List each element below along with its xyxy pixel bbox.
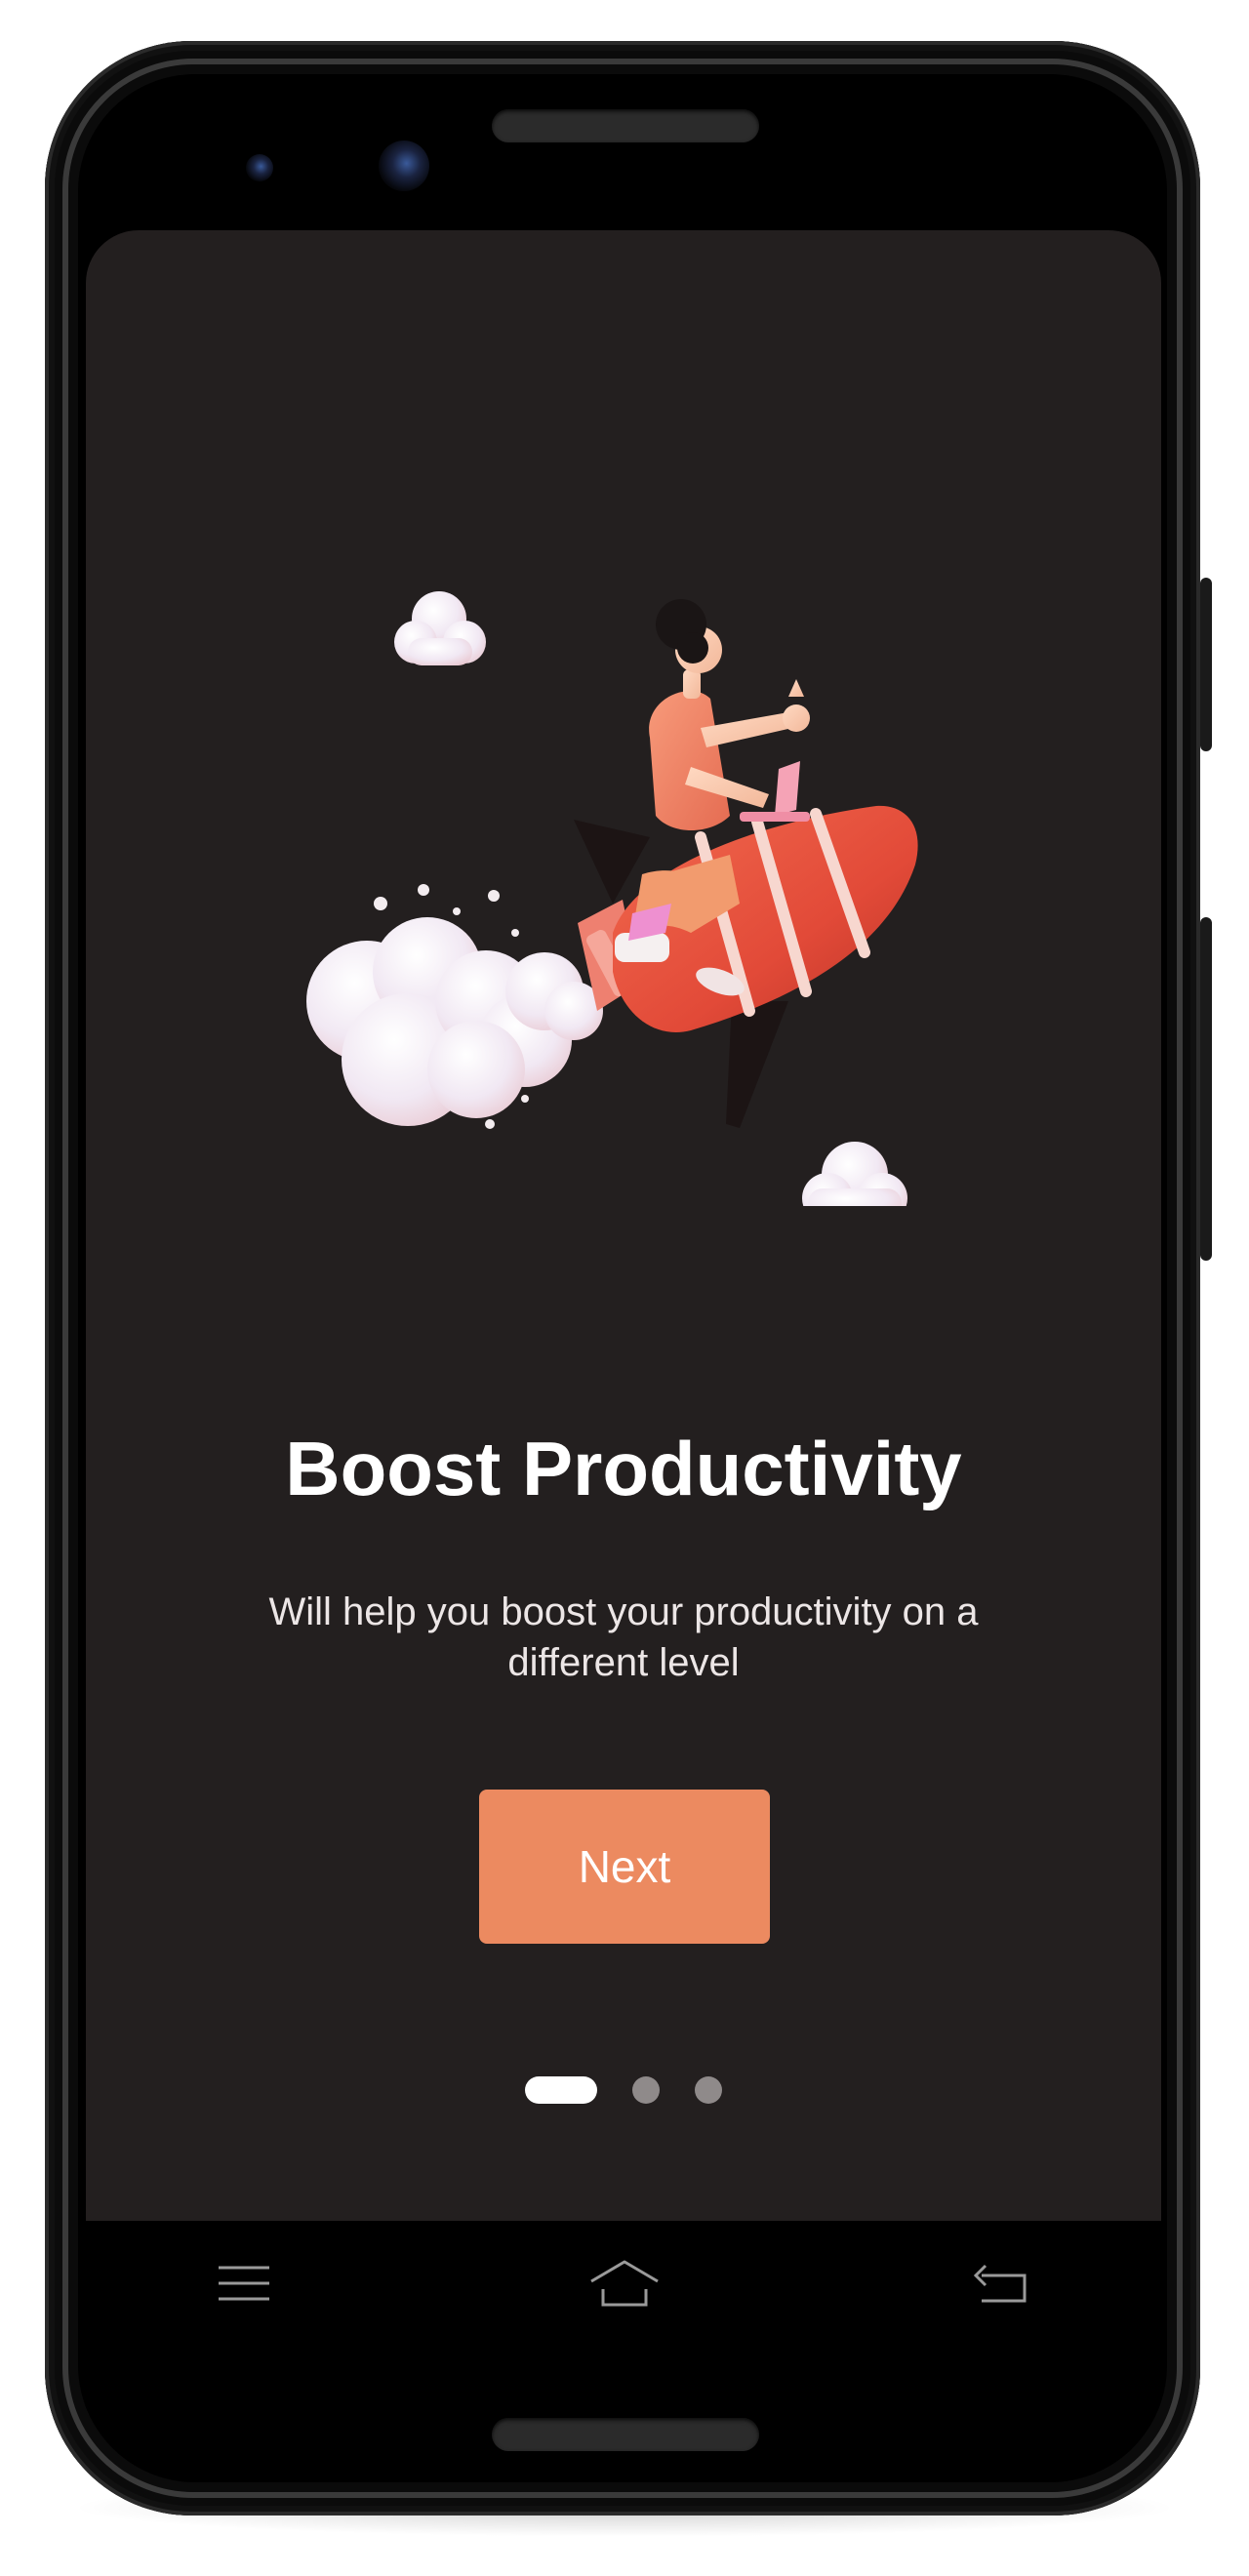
home-icon [590, 2260, 659, 2307]
onboarding-title: Boost Productivity [285, 1426, 962, 1511]
power-button [1200, 917, 1212, 1261]
home-button[interactable] [585, 2248, 664, 2318]
page-dot-3[interactable] [695, 2076, 722, 2104]
page-dot-2[interactable] [632, 2076, 660, 2104]
back-button[interactable] [962, 2248, 1040, 2318]
menu-icon [219, 2266, 269, 2301]
volume-button [1200, 578, 1212, 751]
bottom-speaker [492, 2418, 759, 2451]
front-camera-icon [379, 141, 429, 191]
pagination-indicator [86, 2071, 1161, 2110]
rocket-person-illustration [281, 582, 984, 1224]
exhaust-cloud [306, 884, 603, 1129]
earpiece-speaker [492, 109, 759, 142]
cloud-small-bottom [802, 1142, 907, 1224]
page-dot-1-active[interactable] [525, 2076, 597, 2104]
next-button[interactable]: Next [479, 1790, 770, 1944]
system-navigation-bar [86, 2221, 1161, 2346]
onboarding-description: Will help you boost your productivity on… [268, 1590, 979, 1684]
device-mockup: Boost Productivity Will help you boost y… [0, 0, 1249, 2576]
back-icon [973, 2264, 1027, 2303]
cloud-small-top [394, 591, 486, 665]
front-sensor-icon [246, 154, 273, 181]
menu-button[interactable] [205, 2248, 283, 2318]
app-screen: Boost Productivity Will help you boost y… [86, 230, 1161, 2221]
